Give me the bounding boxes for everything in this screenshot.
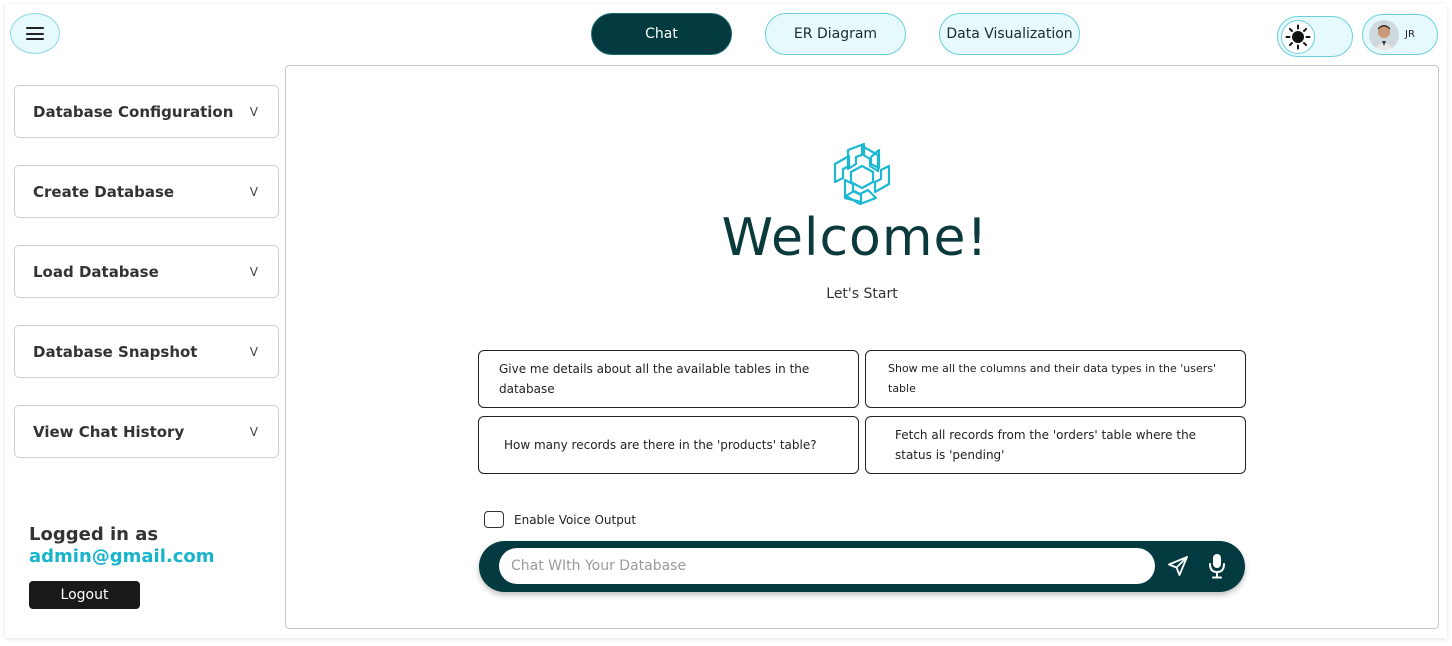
suggestion-card[interactable]: Give me details about all the available … xyxy=(478,350,859,408)
sidebar-item-label: Database Snapshot xyxy=(33,342,198,361)
profile-button[interactable]: JR xyxy=(1362,14,1438,55)
user-email: admin@gmail.com xyxy=(29,546,215,567)
hamburger-icon xyxy=(26,27,44,40)
suggestion-text: How many records are there in the 'produ… xyxy=(504,438,817,452)
voice-output-checkbox[interactable] xyxy=(484,511,504,528)
profile-initials: JR xyxy=(1405,29,1415,40)
microphone-icon[interactable] xyxy=(1207,553,1227,579)
welcome-title: Welcome! xyxy=(721,208,989,268)
logged-in-label: Logged in as xyxy=(29,524,159,545)
sidebar-item-label: Load Database xyxy=(33,262,159,281)
sidebar-item-label: Create Database xyxy=(33,182,175,201)
chat-input[interactable] xyxy=(499,548,1155,584)
sidebar-item-database-snapshot[interactable]: Database Snapshot V xyxy=(14,325,279,378)
menu-toggle-button[interactable] xyxy=(10,13,60,54)
chevron-down-icon: V xyxy=(249,424,258,439)
sidebar-item-label: View Chat History xyxy=(33,422,185,441)
suggestion-card[interactable]: How many records are there in the 'produ… xyxy=(478,416,859,474)
sidebar-item-view-chat-history[interactable]: View Chat History V xyxy=(14,405,279,458)
chat-composer xyxy=(479,541,1245,592)
logout-button[interactable]: Logout xyxy=(29,581,140,609)
suggestion-text: Give me details about all the available … xyxy=(499,362,810,396)
tab-chat[interactable]: Chat xyxy=(591,13,732,55)
chevron-down-icon: V xyxy=(249,344,258,359)
voice-output-label: Enable Voice Output xyxy=(514,513,637,527)
app-logo-icon xyxy=(831,142,893,206)
theme-toggle[interactable] xyxy=(1277,16,1353,57)
suggestion-text: Fetch all records from the 'orders' tabl… xyxy=(895,428,1197,462)
suggestion-card[interactable]: Fetch all records from the 'orders' tabl… xyxy=(865,416,1246,474)
avatar xyxy=(1369,19,1399,50)
suggestion-card[interactable]: Show me all the columns and their data t… xyxy=(865,350,1246,408)
chevron-down-icon: V xyxy=(249,184,258,199)
sun-icon xyxy=(1281,20,1315,54)
chevron-down-icon: V xyxy=(249,264,258,279)
send-icon[interactable] xyxy=(1166,554,1190,578)
tab-data-visualization[interactable]: Data Visualization xyxy=(939,13,1080,55)
sidebar-item-label: Database Configuration xyxy=(33,102,234,121)
sidebar-item-database-configuration[interactable]: Database Configuration V xyxy=(14,85,279,138)
tab-er-diagram[interactable]: ER Diagram xyxy=(765,13,906,55)
chevron-down-icon: V xyxy=(249,104,258,119)
welcome-subtitle: Let's Start xyxy=(826,286,898,302)
suggestion-text: Show me all the columns and their data t… xyxy=(888,362,1217,395)
sidebar-item-load-database[interactable]: Load Database V xyxy=(14,245,279,298)
sidebar-item-create-database[interactable]: Create Database V xyxy=(14,165,279,218)
